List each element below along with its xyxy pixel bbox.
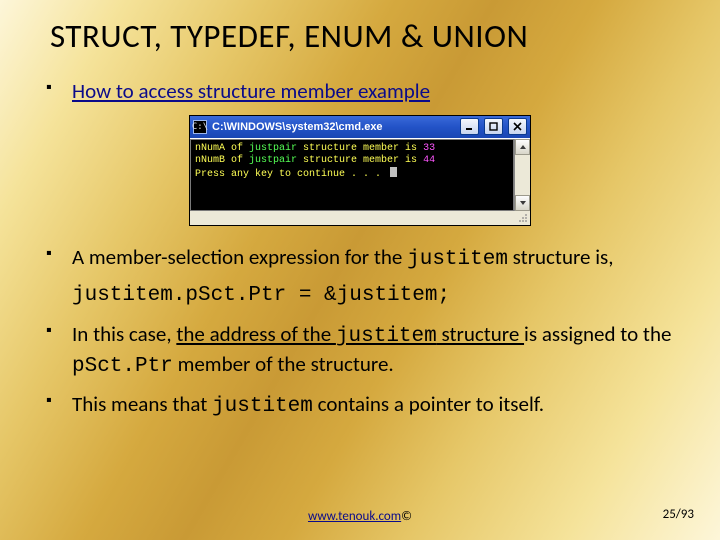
page-number: 25/93 bbox=[663, 507, 694, 522]
cmd-line-1: nNumA of justpair structure member is 33 bbox=[195, 143, 509, 155]
bullet-2-text-a: A member-selection expression for the bbox=[72, 244, 407, 270]
bullet-4: This means that justitem contains a poin… bbox=[40, 391, 680, 421]
cmd-scrollbar[interactable] bbox=[514, 139, 530, 211]
slide-title: STRUCT, TYPEDEF, ENUM & UNION bbox=[50, 16, 680, 56]
cmd-body: nNumA of justpair structure member is 33… bbox=[190, 139, 514, 211]
b3-t2: is assigned to the bbox=[524, 321, 671, 347]
cmd-titlebar: C:\ C:\WINDOWS\system32\cmd.exe bbox=[190, 116, 530, 138]
bullet-list: How to access structure member example bbox=[40, 78, 680, 105]
chevron-up-icon bbox=[519, 143, 527, 151]
b4-t2: contains a pointer to itself. bbox=[313, 391, 544, 417]
slide: STRUCT, TYPEDEF, ENUM & UNION How to acc… bbox=[0, 0, 720, 540]
example-link[interactable]: How to access structure member example bbox=[72, 78, 430, 104]
footer-copy: © bbox=[401, 509, 412, 524]
grip-icon bbox=[518, 213, 528, 223]
minimize-button[interactable] bbox=[460, 118, 479, 135]
cmd-icon: C:\ bbox=[193, 120, 207, 134]
bullet-list-2: A member-selection expression for the ju… bbox=[40, 244, 680, 274]
scroll-up-button[interactable] bbox=[515, 139, 530, 155]
b3-u1: the address of the bbox=[176, 321, 336, 347]
bullet-2-code: justitem bbox=[407, 248, 508, 271]
bullet-2-text-b: structure is, bbox=[508, 244, 614, 270]
minimize-icon bbox=[465, 122, 474, 131]
cursor-icon bbox=[390, 167, 397, 177]
footer: www.tenouk.com © bbox=[0, 509, 720, 524]
cmd-title: C:\WINDOWS\system32\cmd.exe bbox=[212, 121, 455, 133]
b3-t3: member of the structure. bbox=[173, 351, 394, 377]
bullet-list-3: In this case, the address of the justite… bbox=[40, 321, 680, 421]
footer-link[interactable]: www.tenouk.com bbox=[308, 509, 401, 524]
scroll-down-button[interactable] bbox=[515, 195, 530, 211]
b4-t1: This means that bbox=[72, 391, 212, 417]
resize-grip[interactable] bbox=[190, 211, 530, 225]
chevron-down-icon bbox=[519, 199, 527, 207]
maximize-icon bbox=[489, 122, 498, 131]
cmd-line-2: nNumB of justpair structure member is 44 bbox=[195, 155, 509, 167]
b3-c1: justitem bbox=[336, 325, 437, 348]
scroll-track[interactable] bbox=[515, 155, 530, 195]
bullet-2: A member-selection expression for the ju… bbox=[40, 244, 680, 274]
bullet-3: In this case, the address of the justite… bbox=[40, 321, 680, 381]
b3-u2: structure bbox=[437, 321, 524, 347]
b3-c2: pSct.Ptr bbox=[72, 355, 173, 378]
b4-c1: justitem bbox=[212, 395, 313, 418]
bullet-1: How to access structure member example bbox=[40, 78, 680, 105]
code-expression: justitem.pSct.Ptr = &justitem; bbox=[72, 284, 680, 307]
close-button[interactable] bbox=[508, 118, 527, 135]
cmd-inner: nNumA of justpair structure member is 33… bbox=[190, 138, 530, 211]
cmd-window: C:\ C:\WINDOWS\system32\cmd.exe nNumA of… bbox=[189, 115, 531, 226]
b3-t1: In this case, bbox=[72, 321, 176, 347]
cmd-line-3: Press any key to continue . . . bbox=[195, 167, 509, 181]
close-icon bbox=[513, 122, 522, 131]
maximize-button[interactable] bbox=[484, 118, 503, 135]
